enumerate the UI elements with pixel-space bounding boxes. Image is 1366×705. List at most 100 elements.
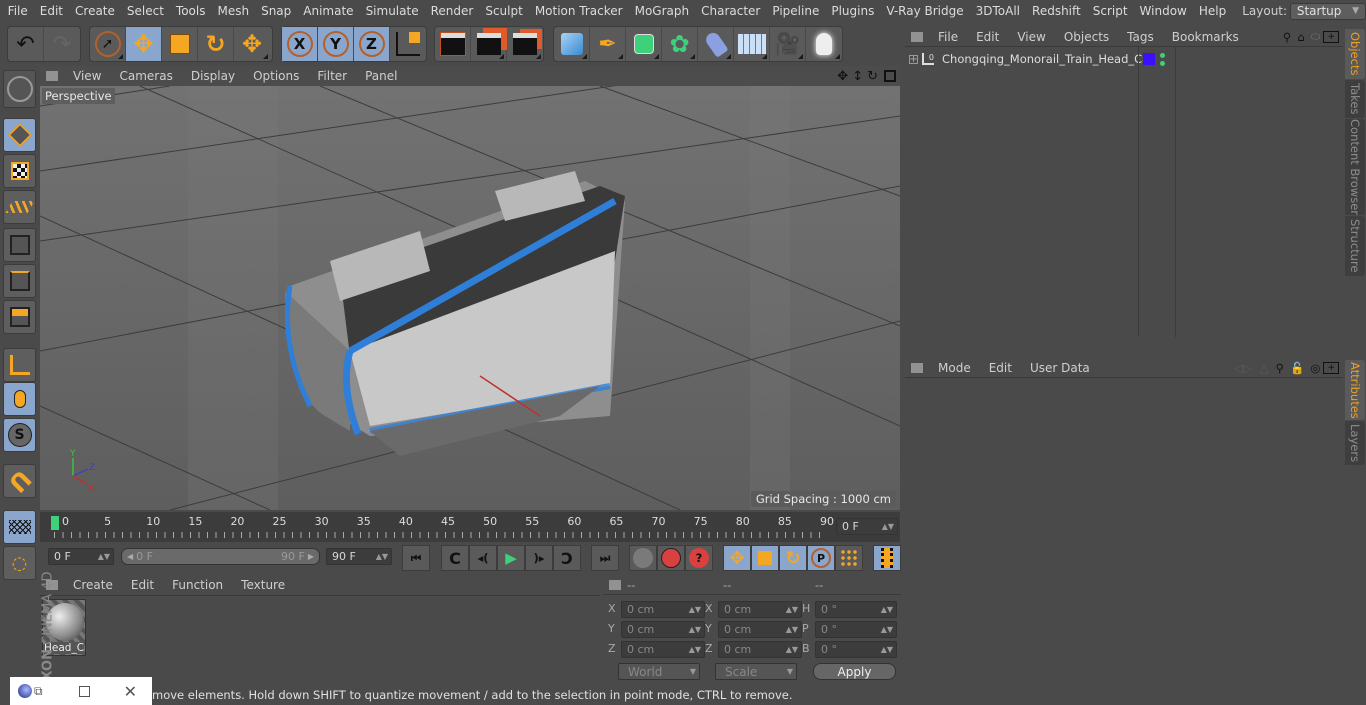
move-recent-button[interactable]: ✥: [234, 27, 270, 61]
menu-vray-bridge[interactable]: V-Ray Bridge: [880, 4, 969, 18]
cloner-button[interactable]: ✿: [662, 27, 698, 61]
material-menu-function[interactable]: Function: [163, 578, 232, 592]
render-view-button[interactable]: [435, 27, 471, 61]
current-frame-field[interactable]: 0 F ▲▼: [836, 518, 898, 535]
menu-plugins[interactable]: Plugins: [825, 4, 880, 18]
next-key-button[interactable]: Ɔ: [553, 545, 581, 571]
menu-window[interactable]: Window: [1134, 4, 1193, 18]
search-icon[interactable]: ⚲: [1273, 361, 1287, 375]
expand-icon[interactable]: +: [909, 54, 918, 65]
scale-button[interactable]: [162, 27, 198, 61]
menu-mesh[interactable]: Mesh: [211, 4, 255, 18]
floor-button[interactable]: [734, 27, 770, 61]
attributes-menu-mode[interactable]: Mode: [929, 361, 980, 375]
attributes-menu-user-data[interactable]: User Data: [1021, 361, 1099, 375]
polygons-mode-button[interactable]: [3, 300, 36, 334]
redo-button[interactable]: ↷: [44, 27, 80, 61]
go-to-end-button[interactable]: ⏭: [591, 545, 619, 571]
object-menu-edit[interactable]: Edit: [967, 30, 1008, 44]
snap-magnet-button[interactable]: U: [3, 464, 36, 498]
menu-animate[interactable]: Animate: [297, 4, 359, 18]
frame-range-slider[interactable]: ◀ 0 F 90 F ▶: [121, 548, 320, 565]
menu-simulate[interactable]: Simulate: [360, 4, 425, 18]
grip-icon[interactable]: [46, 71, 58, 81]
object-menu-file[interactable]: File: [929, 30, 967, 44]
workplane-lock-button[interactable]: [3, 510, 36, 544]
menu-character[interactable]: Character: [695, 4, 766, 18]
live-selection-button[interactable]: ➚: [90, 27, 126, 61]
grip-icon[interactable]: [911, 362, 923, 373]
texture-mode-button[interactable]: [3, 154, 36, 188]
menu-help[interactable]: Help: [1193, 4, 1232, 18]
menu-redshift[interactable]: Redshift: [1026, 4, 1087, 18]
key-position-button[interactable]: ✥: [723, 545, 751, 571]
grip-icon[interactable]: [911, 31, 923, 42]
render-picture-viewer-button[interactable]: [471, 27, 507, 61]
back-arrow-icon[interactable]: ◁▷: [1230, 361, 1256, 375]
home-icon[interactable]: ⌂: [1294, 30, 1307, 44]
cube-button[interactable]: [554, 27, 590, 61]
maximize-window-icon[interactable]: [78, 685, 90, 697]
tab-structure[interactable]: Structure: [1345, 216, 1365, 276]
deformer-button[interactable]: [698, 27, 734, 61]
restore-window-icon[interactable]: ⧉: [34, 684, 43, 699]
scale-field-x[interactable]: 0 cm ▲▼: [718, 601, 802, 618]
rotation-field-b[interactable]: 0 ° ▲▼: [815, 641, 897, 658]
position-field-x[interactable]: 0 cm ▲▼: [621, 601, 705, 618]
menu-script[interactable]: Script: [1087, 4, 1134, 18]
object-menu-view[interactable]: View: [1008, 30, 1054, 44]
x-axis-lock-button[interactable]: X: [282, 27, 318, 61]
workplane-mode-button[interactable]: [3, 190, 36, 224]
menu-3dtoall[interactable]: 3DToAll: [970, 4, 1026, 18]
menu-create[interactable]: Create: [69, 4, 121, 18]
tab-layers[interactable]: Layers: [1345, 421, 1365, 465]
axis-mode-button[interactable]: [3, 348, 36, 382]
make-editable-button[interactable]: [3, 70, 36, 108]
key-rotation-button[interactable]: ↻: [779, 545, 807, 571]
target-icon[interactable]: ◎: [1307, 361, 1323, 375]
rotation-field-h[interactable]: 0 ° ▲▼: [815, 601, 897, 618]
rotate-button[interactable]: ↻: [198, 27, 234, 61]
timeline-window-button[interactable]: [873, 545, 901, 571]
start-frame-field[interactable]: 0 F ▲▼: [48, 548, 114, 565]
menu-sculpt[interactable]: Sculpt: [479, 4, 528, 18]
key-scale-button[interactable]: [751, 545, 779, 571]
layout-dropdown[interactable]: Startup ▼: [1289, 2, 1366, 20]
playhead-marker[interactable]: [51, 516, 59, 530]
key-parameter-button[interactable]: P: [807, 545, 835, 571]
previous-key-button[interactable]: C: [441, 545, 469, 571]
menu-render[interactable]: Render: [425, 4, 480, 18]
tab-content-browser[interactable]: Content Browser: [1345, 119, 1365, 215]
viewport-dolly-icon[interactable]: ↕: [850, 69, 865, 84]
coordinate-mode-dropdown[interactable]: World ▼: [618, 663, 700, 680]
3d-viewport[interactable]: Y Z X Grid Spacing : 1000 cm: [40, 86, 900, 510]
record-key-button[interactable]: [629, 545, 657, 571]
keyframe-selection-button[interactable]: ?: [685, 545, 713, 571]
tab-attributes[interactable]: Attributes: [1345, 360, 1365, 420]
menu-mograph[interactable]: MoGraph: [629, 4, 696, 18]
tab-takes[interactable]: Takes: [1345, 80, 1365, 118]
pen-spline-button[interactable]: ✒: [590, 27, 626, 61]
position-field-y[interactable]: 0 cm ▲▼: [621, 621, 705, 638]
object-name[interactable]: Chongqing_Monorail_Train_Head_Car: [942, 52, 1154, 66]
menu-snap[interactable]: Snap: [255, 4, 297, 18]
solo-button[interactable]: S: [3, 418, 36, 452]
viewport-menu-display[interactable]: Display: [182, 69, 244, 83]
y-axis-lock-button[interactable]: Y: [318, 27, 354, 61]
go-to-start-button[interactable]: ⏮: [402, 545, 430, 571]
model-mode-button[interactable]: [3, 118, 36, 152]
key-pla-button[interactable]: [835, 545, 863, 571]
menu-pipeline[interactable]: Pipeline: [766, 4, 825, 18]
visibility-dots-icon[interactable]: [1160, 52, 1165, 66]
material-menu-edit[interactable]: Edit: [122, 578, 163, 592]
apply-button[interactable]: Apply: [813, 663, 896, 680]
viewport-menu-view[interactable]: View: [64, 69, 110, 83]
menu-edit[interactable]: Edit: [34, 4, 69, 18]
points-mode-button[interactable]: [3, 228, 36, 262]
new-panel-icon[interactable]: +: [1323, 30, 1339, 43]
object-menu-tags[interactable]: Tags: [1118, 30, 1163, 44]
attributes-menu-edit[interactable]: Edit: [980, 361, 1021, 375]
viewport-camera-label[interactable]: Perspective: [42, 88, 115, 104]
play-button[interactable]: ▶: [497, 545, 525, 571]
tab-objects[interactable]: Objects: [1345, 29, 1365, 79]
